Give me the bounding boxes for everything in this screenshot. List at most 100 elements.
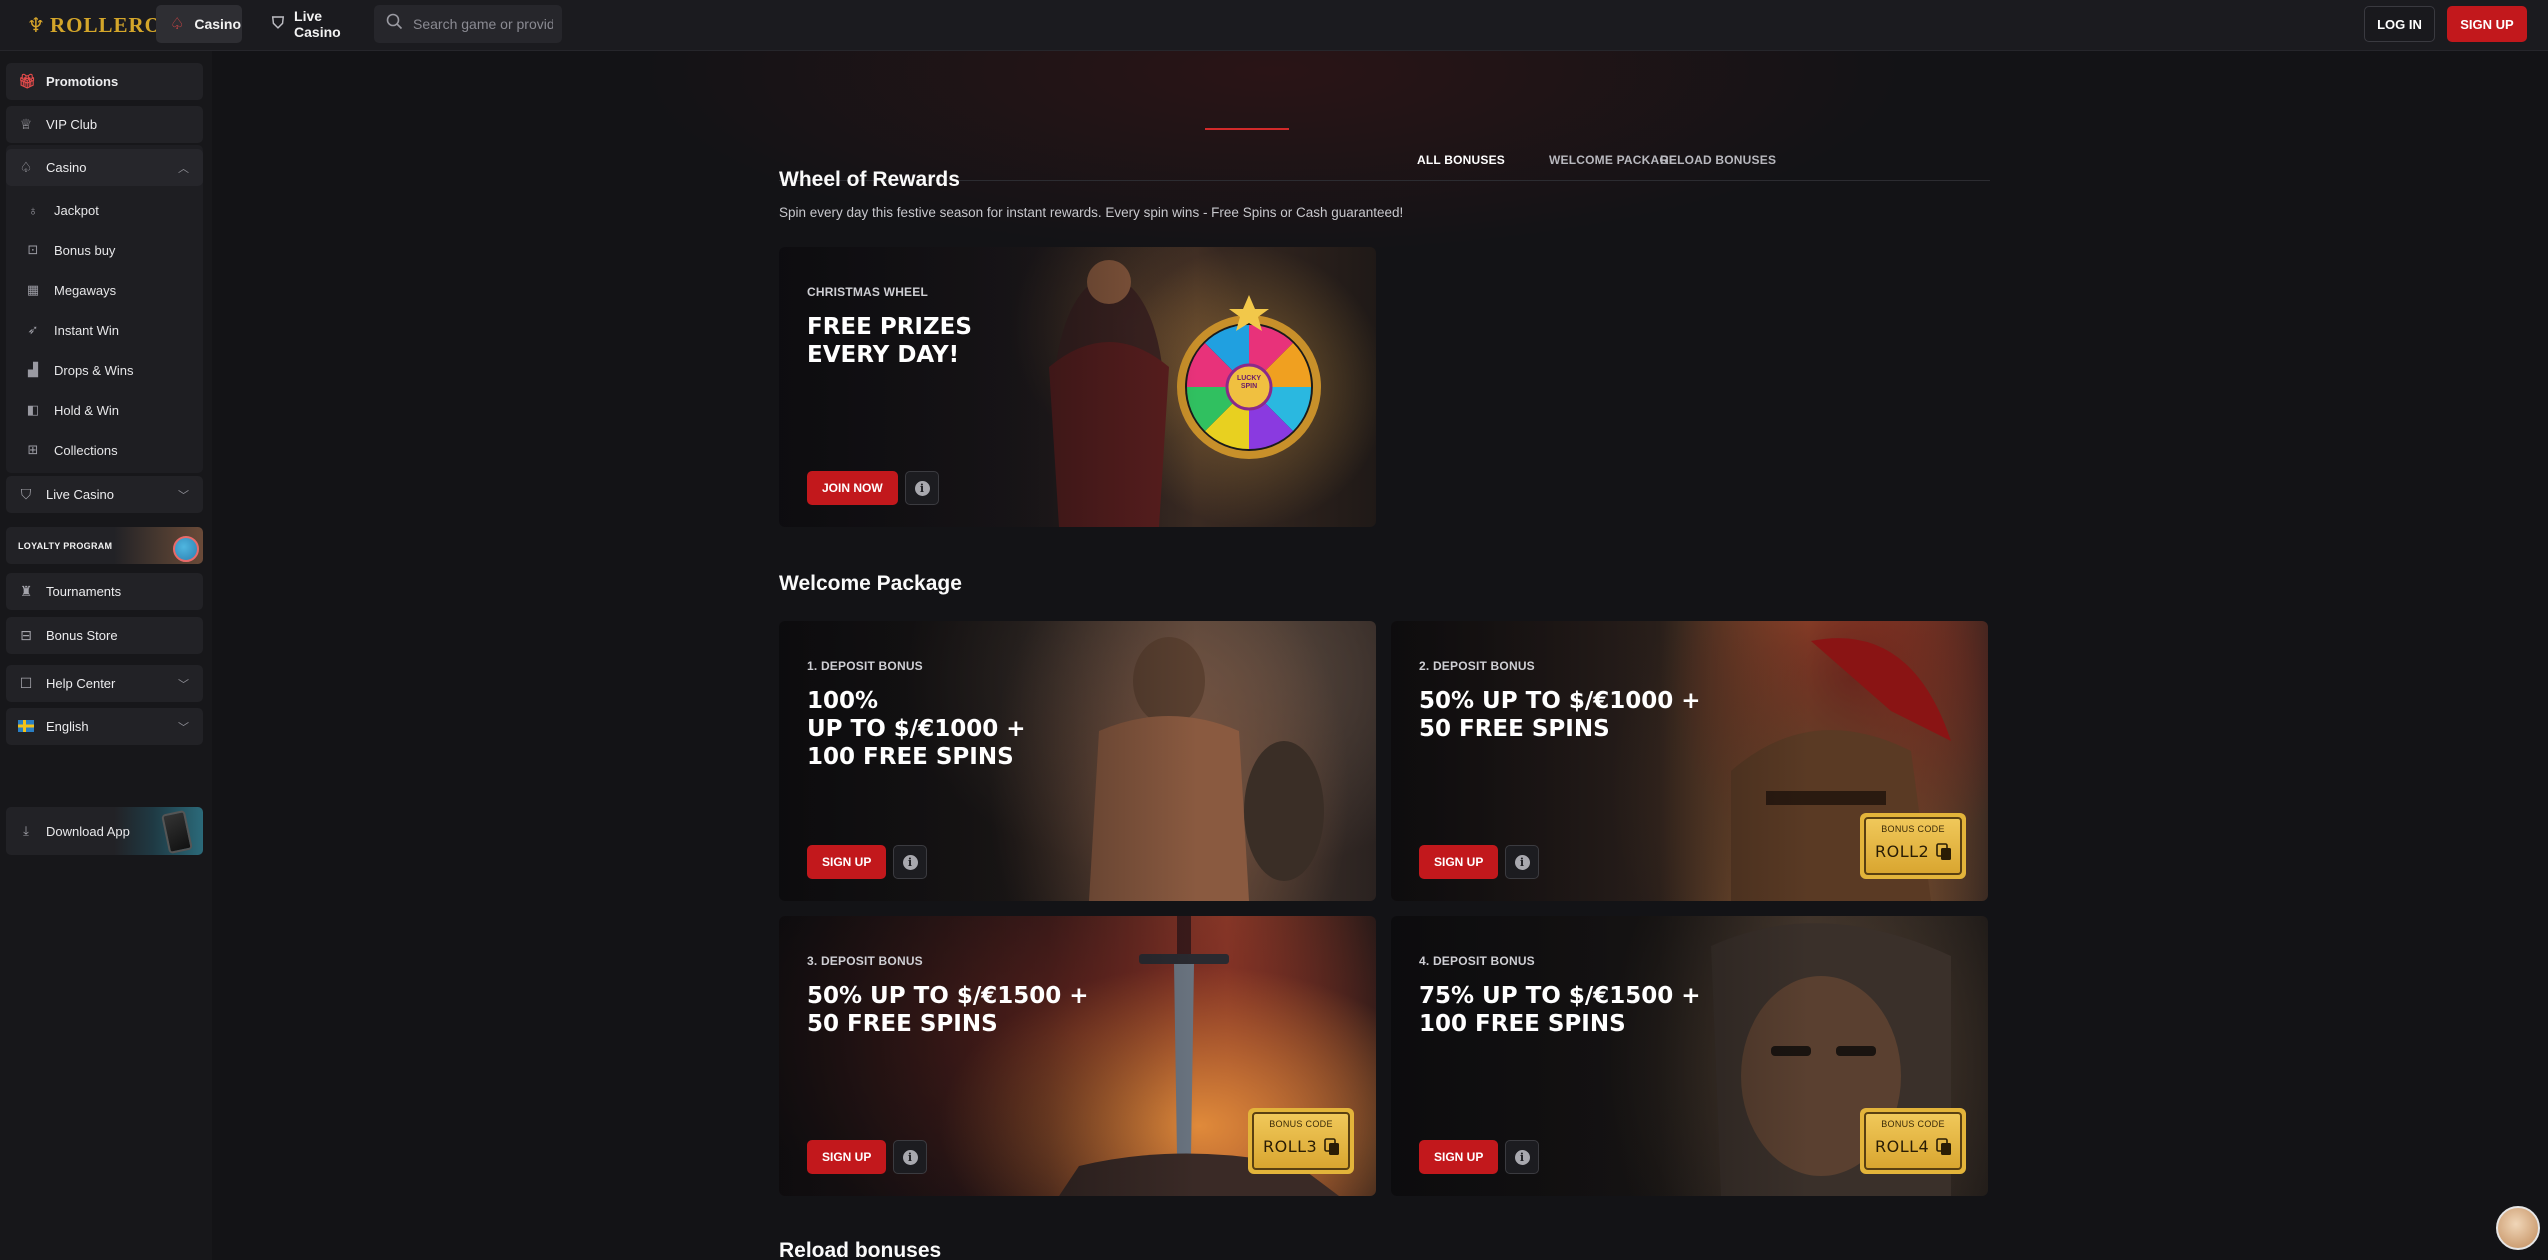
language-selector[interactable]: English ﹀: [6, 708, 203, 745]
loyalty-badge-icon: [173, 536, 199, 562]
tab-reload-bonuses[interactable]: RELOAD BONUSES: [1660, 153, 1776, 167]
sidebar-item-label: VIP Club: [46, 117, 98, 132]
info-icon: i: [902, 854, 918, 870]
store-icon: ⊟: [20, 627, 32, 643]
sidebar-item-label: Casino: [46, 160, 87, 175]
bonus-code-label: BONUS CODE: [1881, 1119, 1945, 1129]
nav-casino[interactable]: ♤ Casino: [156, 5, 242, 43]
sidebar-subitem-megaways[interactable]: ▦ Megaways: [6, 274, 203, 306]
sidebar-subitem-hold-win[interactable]: ◧ Hold & Win: [6, 394, 203, 426]
loyalty-program-banner[interactable]: LOYALTY PROGRAM: [6, 527, 203, 564]
sidebar: 🎁︎ Promotions ♕ VIP Club ♤ Casino ︿ ♁ Ja…: [0, 51, 212, 1260]
sidebar-item-help-center[interactable]: ☐ Help Center ﹀: [6, 665, 203, 702]
rocket-icon: ➶: [27, 322, 39, 337]
nav-casino-label: Casino: [194, 16, 242, 32]
card-headline: 100% UP TO $/€1000 + 100 FREE SPINS: [807, 688, 1026, 770]
signup-button[interactable]: SIGN UP: [2447, 6, 2527, 42]
sidebar-item-live-casino[interactable]: ⛉ Live Casino ﹀: [6, 476, 203, 513]
spade-icon: ♤: [19, 159, 33, 175]
sidebar-subitem-bonus-buy[interactable]: ⊡ Bonus buy: [6, 234, 203, 266]
bonus-code-box[interactable]: BONUS CODE ROLL2: [1860, 813, 1966, 879]
phone-image: [161, 809, 193, 855]
sidebar-subitem-label: Megaways: [54, 282, 117, 298]
rollero-logo[interactable]: ♆ ROLLERO: [27, 12, 162, 38]
sign-up-button[interactable]: SIGN UP: [1419, 845, 1499, 879]
bonus-code-value: ROLL3: [1263, 1137, 1318, 1156]
hold-win-icon: ◧: [26, 402, 40, 417]
join-now-button[interactable]: JOIN NOW: [807, 471, 898, 505]
top-bar: ♆ ROLLERO ♤ Casino ⛉ Live Casino LOG IN …: [0, 0, 2548, 51]
deposit-bonus-card-4[interactable]: 4. DEPOSIT BONUS 75% UP TO $/€1500 + 100…: [1391, 916, 1988, 1196]
trophy-icon: ♜: [19, 583, 33, 599]
sidebar-item-promotions[interactable]: 🎁︎ Promotions: [6, 63, 203, 100]
deposit-bonus-card-3[interactable]: 3. DEPOSIT BONUS 50% UP TO $/€1500 + 50 …: [779, 916, 1376, 1196]
info-button[interactable]: i: [893, 845, 927, 879]
sidebar-subitem-label: Bonus buy: [54, 242, 116, 258]
card-label: 1. DEPOSIT BONUS: [807, 659, 923, 673]
gift-icon: 🎁︎: [18, 73, 36, 89]
chat-icon: ☐: [19, 675, 33, 691]
download-app-button[interactable]: ⤓ Download App: [6, 807, 203, 855]
spade-icon: ♤: [170, 16, 185, 33]
login-button[interactable]: LOG IN: [2364, 6, 2435, 42]
search-input[interactable]: [413, 16, 553, 32]
dealer-icon: ⛉: [272, 15, 285, 32]
sidebar-item-label: Bonus Store: [46, 628, 118, 643]
nav-live-casino-label: Live Casino: [294, 8, 341, 40]
copy-icon[interactable]: [1936, 843, 1952, 861]
logo-text: ROLLERO: [49, 12, 162, 37]
bonus-tabs: ALL BONUSES WELCOME PACKAGE RELOAD BONUS…: [779, 101, 1990, 181]
sidebar-item-casino[interactable]: ♤ Casino ︿: [6, 149, 203, 186]
bonus-code-value: ROLL4: [1875, 1137, 1930, 1156]
sidebar-subitem-instant-win[interactable]: ➶ Instant Win: [6, 314, 203, 346]
copy-icon[interactable]: [1324, 1138, 1340, 1156]
info-button[interactable]: i: [1505, 1140, 1539, 1174]
search-icon: [386, 13, 403, 35]
sidebar-subitem-drops-wins[interactable]: ▟ Drops & Wins: [6, 354, 203, 386]
welcome-package-title: Welcome Package: [779, 572, 962, 595]
sidebar-item-label: Promotions: [46, 74, 119, 89]
support-chat-avatar-icon[interactable]: [2496, 1206, 2540, 1250]
copy-icon[interactable]: [1936, 1138, 1952, 1156]
sidebar-item-label: Live Casino: [46, 487, 114, 502]
bonus-code-box[interactable]: BONUS CODE ROLL4: [1860, 1108, 1966, 1174]
card-headline: 50% UP TO $/€1500 + 50 FREE SPINS: [807, 983, 1089, 1037]
money-bag-icon: ♁: [28, 202, 38, 218]
logo-mark-icon: ♆: [27, 14, 46, 37]
info-icon: i: [1514, 854, 1530, 870]
christmas-wheel-card[interactable]: LUCKY SPIN CHRISTMAS WHEEL FREE PRIZES E…: [779, 247, 1376, 527]
deposit-bonus-card-2[interactable]: 2. DEPOSIT BONUS 50% UP TO $/€1000 + 50 …: [1391, 621, 1988, 901]
info-button[interactable]: i: [893, 1140, 927, 1174]
active-tab-indicator: [1205, 128, 1289, 130]
bonus-code-label: BONUS CODE: [1881, 824, 1945, 834]
language-label: English: [46, 719, 89, 734]
info-button[interactable]: i: [905, 471, 939, 505]
sidebar-subitem-label: Instant Win: [54, 322, 120, 338]
sidebar-item-bonus-store[interactable]: ⊟ Bonus Store: [6, 617, 203, 654]
search-box[interactable]: [374, 5, 562, 43]
sidebar-item-vip-club[interactable]: ♕ VIP Club: [6, 106, 203, 143]
sidebar-item-tournaments[interactable]: ♜ Tournaments: [6, 573, 203, 610]
wheel-of-rewards-subtitle: Spin every day this festive season for i…: [779, 205, 1404, 220]
loyalty-program-label: LOYALTY PROGRAM: [18, 540, 113, 551]
sidebar-subitem-collections[interactable]: ⊞ Collections: [6, 434, 203, 466]
tab-welcome-package[interactable]: WELCOME PACKAGE: [1549, 153, 1677, 167]
sign-up-button[interactable]: SIGN UP: [807, 1140, 887, 1174]
sign-up-button[interactable]: SIGN UP: [1419, 1140, 1499, 1174]
card-headline: 50% UP TO $/€1000 + 50 FREE SPINS: [1419, 688, 1701, 742]
sign-up-button[interactable]: SIGN UP: [807, 845, 887, 879]
sidebar-subitem-label: Drops & Wins: [54, 362, 134, 378]
download-icon: ⤓: [23, 823, 29, 838]
slot-machine-icon: ▦: [26, 282, 40, 297]
crown-icon: ♕: [19, 116, 33, 132]
deposit-bonus-card-1[interactable]: 1. DEPOSIT BONUS 100% UP TO $/€1000 + 10…: [779, 621, 1376, 901]
chevron-down-icon: ﹀: [178, 489, 189, 502]
nav-live-casino[interactable]: ⛉ Live Casino: [258, 5, 368, 43]
sidebar-subitem-jackpot[interactable]: ♁ Jackpot: [6, 194, 203, 226]
tab-all-bonuses[interactable]: ALL BONUSES: [1417, 153, 1505, 167]
info-icon: i: [1514, 1149, 1530, 1165]
sidebar-item-label: Tournaments: [46, 584, 122, 599]
bonus-code-box[interactable]: BONUS CODE ROLL3: [1248, 1108, 1354, 1174]
main-content: ALL BONUSES WELCOME PACKAGE RELOAD BONUS…: [212, 51, 2548, 1260]
info-button[interactable]: i: [1505, 845, 1539, 879]
